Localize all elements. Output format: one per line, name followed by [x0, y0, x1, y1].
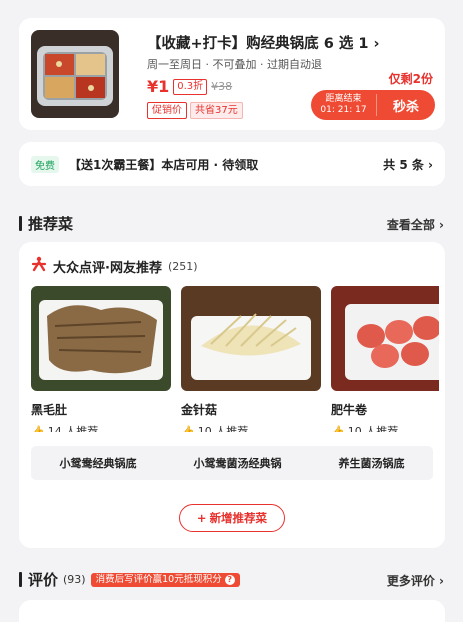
- review-card: [19, 600, 445, 622]
- price-row: ¥1 0.3折 ¥38: [147, 77, 232, 96]
- dish-chip[interactable]: 小鸳鸯菌汤经典锅: [194, 455, 282, 471]
- deal-image[interactable]: [31, 30, 119, 118]
- section-bar: [19, 572, 22, 587]
- remaining-count: 仅剩2份: [388, 72, 433, 86]
- dish-list: 黑毛肚 👍 14 人推荐 金针菇 👍 10 人推荐 肥牛卷 👍 10 人推荐: [31, 286, 439, 432]
- review-promo-badge[interactable]: 消费后写评价赢10元抵现积分?: [90, 572, 240, 587]
- dish-name: 黑毛肚: [31, 403, 68, 417]
- dish-name: 肥牛卷: [331, 403, 368, 417]
- coupon-card[interactable]: 免费 【送1次霸王餐】本店可用 · 待领取 共 5 条 ›: [19, 142, 445, 186]
- recommend-card: 大众点评·网友推荐 (251) 黑毛肚 👍 14 人推荐 金针菇 👍 10 人推…: [19, 242, 445, 548]
- view-all-link[interactable]: 查看全部 ›: [387, 216, 444, 233]
- countdown: 距离结束 01: 21: 17: [311, 94, 377, 116]
- original-price: ¥38: [211, 80, 233, 93]
- dish-chip[interactable]: 小鸳鸯经典锅底: [60, 455, 137, 471]
- dianping-logo-icon: [31, 256, 47, 276]
- deal-title[interactable]: 【收藏+打卡】购经典锅底 6 选 1 ›: [147, 32, 380, 53]
- recommend-source: 大众点评·网友推荐 (251): [31, 256, 198, 276]
- flash-sale-label: 秒杀: [392, 99, 419, 115]
- deal-rules: 周一至周日 · 不可叠加 · 过期自动退: [147, 58, 322, 71]
- discount-badge: 0.3折: [173, 78, 208, 95]
- chevron-right-icon: ›: [428, 157, 433, 172]
- review-count: (93): [63, 573, 86, 586]
- dish-photo: [31, 286, 171, 391]
- dish-chip-row: 小鸳鸯经典锅底 小鸳鸯菌汤经典锅 养生菌汤锅底: [31, 446, 433, 480]
- countdown-time: 01: 21: 17: [320, 105, 367, 115]
- more-reviews-link[interactable]: 更多评价 ›: [387, 572, 444, 589]
- countdown-label: 距离结束: [325, 94, 362, 104]
- dish-photo: [181, 286, 321, 391]
- free-badge: 免费: [31, 155, 59, 173]
- thumbs-up-icon: 👍: [31, 424, 45, 433]
- dish-photo: [331, 286, 439, 391]
- thumbs-up-icon: 👍: [331, 424, 345, 433]
- coupon-text: 【送1次霸王餐】本店可用 · 待领取: [69, 157, 259, 172]
- deal-tags: 促销价 共省37元: [147, 102, 243, 119]
- savings-tag: 共省37元: [190, 102, 243, 119]
- chevron-right-icon: ›: [439, 218, 444, 232]
- dish-likes: 👍 10 人推荐: [331, 423, 439, 433]
- dish-item[interactable]: 黑毛肚 👍 14 人推荐: [31, 286, 171, 432]
- deal-price: ¥1: [147, 77, 170, 96]
- dish-chip[interactable]: 养生菌汤锅底: [339, 455, 405, 471]
- promo-price-tag: 促销价: [147, 102, 187, 119]
- chevron-right-icon: ›: [439, 574, 444, 588]
- deal-card[interactable]: 【收藏+打卡】购经典锅底 6 选 1 › 周一至周日 · 不可叠加 · 过期自动…: [19, 18, 445, 130]
- dish-likes: 👍 14 人推荐: [31, 423, 171, 433]
- help-icon: ?: [224, 574, 235, 585]
- dish-likes: 👍 10 人推荐: [181, 423, 321, 433]
- dish-name: 金针菇: [181, 403, 218, 417]
- coupon-count[interactable]: 共 5 条 ›: [383, 156, 433, 173]
- dish-item[interactable]: 肥牛卷 👍 10 人推荐: [331, 286, 439, 432]
- add-recommend-button[interactable]: + 新增推荐菜: [179, 504, 285, 532]
- review-title: 评价: [19, 569, 58, 590]
- plus-icon: +: [196, 511, 207, 525]
- recommend-section-title: 推荐菜: [19, 213, 73, 234]
- dish-item[interactable]: 金针菇 👍 10 人推荐: [181, 286, 321, 432]
- section-bar: [19, 216, 22, 231]
- chevron-right-icon: ›: [373, 36, 380, 52]
- review-header: 评价 (93) 消费后写评价赢10元抵现积分?: [19, 569, 240, 590]
- flash-sale-button[interactable]: 距离结束 01: 21: 17 秒杀: [311, 90, 435, 120]
- thumbs-up-icon: 👍: [181, 424, 195, 433]
